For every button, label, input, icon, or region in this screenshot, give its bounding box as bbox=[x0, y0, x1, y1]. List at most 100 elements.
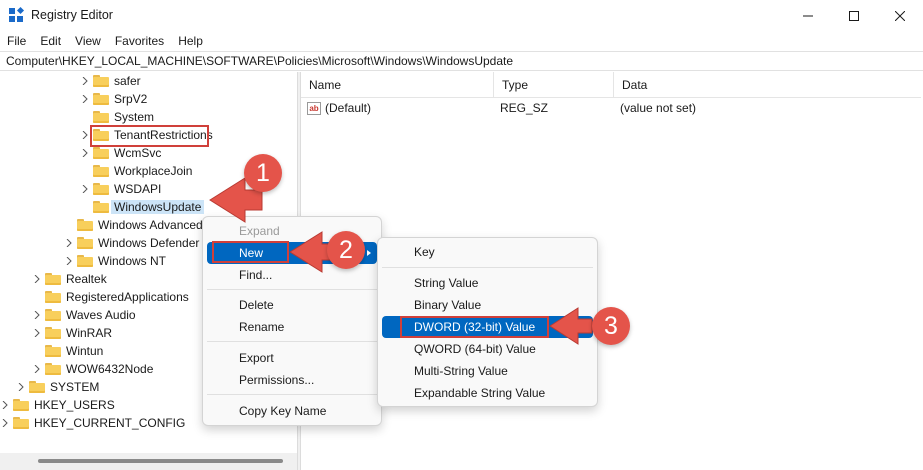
submenu-item-multi-string-value[interactable]: Multi-String Value bbox=[382, 360, 593, 382]
tree-item-label: System bbox=[114, 110, 155, 124]
value-name-cell: ab (Default) bbox=[307, 98, 371, 118]
folder-icon bbox=[93, 201, 109, 213]
tree-item-label: WSDAPI bbox=[114, 182, 162, 196]
tree-item[interactable]: WindowsUpdate bbox=[93, 198, 205, 216]
chevron-right-icon[interactable] bbox=[32, 360, 42, 378]
close-button[interactable] bbox=[877, 0, 923, 32]
tree-item[interactable]: Wintun bbox=[45, 342, 103, 360]
folder-icon bbox=[93, 75, 109, 87]
folder-icon bbox=[45, 363, 61, 375]
menu-view[interactable]: View bbox=[68, 32, 108, 50]
menu-item-delete[interactable]: Delete bbox=[207, 294, 377, 316]
tree-item[interactable]: System bbox=[93, 108, 154, 126]
tree-item[interactable]: SYSTEM bbox=[18, 378, 99, 396]
tree-horizontal-scrollbar[interactable] bbox=[0, 453, 297, 470]
chevron-right-icon[interactable] bbox=[64, 252, 74, 270]
folder-icon bbox=[45, 291, 61, 303]
scrollbar-thumb[interactable] bbox=[38, 459, 283, 463]
tree-item[interactable]: SrpV2 bbox=[82, 90, 147, 108]
menu-item-copy-key-name[interactable]: Copy Key Name bbox=[207, 400, 377, 422]
chevron-right-icon[interactable] bbox=[16, 378, 26, 396]
menu-separator bbox=[207, 341, 377, 342]
menu-item-rename[interactable]: Rename bbox=[207, 316, 377, 338]
tree-item[interactable]: Windows NT bbox=[66, 252, 167, 270]
tree-item[interactable]: safer bbox=[82, 72, 141, 90]
tree-item[interactable]: RegisteredApplications bbox=[45, 288, 189, 306]
menu-favorites[interactable]: Favorites bbox=[108, 32, 171, 50]
string-value-icon: ab bbox=[307, 102, 321, 116]
list-header: Name Type Data bbox=[301, 72, 921, 98]
chevron-right-icon[interactable] bbox=[80, 126, 90, 144]
selected-key-outline bbox=[90, 125, 209, 147]
tree-item[interactable]: Windows Advanced bbox=[77, 216, 203, 234]
address-bar[interactable]: Computer\HKEY_LOCAL_MACHINE\SOFTWARE\Pol… bbox=[0, 51, 923, 71]
tree-item[interactable]: Windows Defender bbox=[66, 234, 199, 252]
value-name: (Default) bbox=[325, 101, 372, 115]
tree-item[interactable]: HKEY_USERS bbox=[2, 396, 115, 414]
chevron-right-icon[interactable] bbox=[0, 414, 10, 432]
menu-separator bbox=[207, 394, 377, 395]
folder-icon bbox=[13, 417, 29, 429]
minimize-icon bbox=[803, 15, 813, 17]
menu-edit[interactable]: Edit bbox=[33, 32, 68, 50]
value-data: (value not set) bbox=[620, 101, 697, 115]
tree-item-label: Waves Audio bbox=[66, 308, 136, 322]
menu-item-permissions[interactable]: Permissions... bbox=[207, 369, 377, 391]
menu-file[interactable]: File bbox=[0, 32, 33, 50]
chevron-right-icon[interactable] bbox=[32, 270, 42, 288]
submenu-item-qword-value[interactable]: QWORD (64-bit) Value bbox=[382, 338, 593, 360]
dword-item-outline bbox=[400, 316, 549, 338]
tree-item-label: WindowsUpdate bbox=[111, 200, 205, 214]
folder-icon bbox=[93, 147, 109, 159]
title-bar: Registry Editor bbox=[0, 0, 923, 32]
value-type: REG_SZ bbox=[500, 101, 549, 115]
submenu-item-key[interactable]: Key bbox=[382, 241, 593, 263]
folder-icon bbox=[29, 381, 45, 393]
folder-icon bbox=[45, 327, 61, 339]
chevron-right-icon[interactable] bbox=[32, 324, 42, 342]
tree-item[interactable]: WorkplaceJoin bbox=[93, 162, 192, 180]
column-data[interactable]: Data bbox=[614, 72, 914, 98]
folder-icon bbox=[93, 93, 109, 105]
menu-help[interactable]: Help bbox=[171, 32, 210, 50]
folder-icon bbox=[93, 111, 109, 123]
annotation-badge-3: 3 bbox=[592, 307, 630, 345]
tree-item-label: Windows NT bbox=[98, 254, 167, 268]
menu-item-export[interactable]: Export bbox=[207, 347, 377, 369]
chevron-right-icon[interactable] bbox=[32, 306, 42, 324]
maximize-button[interactable] bbox=[831, 0, 877, 32]
tree-item-label: WcmSvc bbox=[114, 146, 162, 160]
chevron-right-icon[interactable] bbox=[64, 234, 74, 252]
tree-item[interactable]: HKEY_CURRENT_CONFIG bbox=[2, 414, 186, 432]
chevron-right-icon[interactable] bbox=[0, 396, 10, 414]
submenu-item-binary-value[interactable]: Binary Value bbox=[382, 294, 593, 316]
tree-item-label: safer bbox=[114, 74, 141, 88]
tree-item[interactable]: WinRAR bbox=[34, 324, 113, 342]
tree-item-label: Wintun bbox=[66, 344, 104, 358]
tree-item-label: WOW6432Node bbox=[66, 362, 154, 376]
annotation-badge-2: 2 bbox=[327, 231, 365, 269]
minimize-button[interactable] bbox=[785, 0, 831, 32]
tree-item-label: HKEY_CURRENT_CONFIG bbox=[34, 416, 186, 430]
close-icon bbox=[895, 11, 905, 21]
tree-item-label: Windows Advanced bbox=[98, 218, 203, 232]
tree-item[interactable]: WSDAPI bbox=[82, 180, 162, 198]
chevron-right-icon[interactable] bbox=[80, 180, 90, 198]
tree-item[interactable]: Realtek bbox=[34, 270, 107, 288]
chevron-right-icon[interactable] bbox=[80, 90, 90, 108]
chevron-right-icon[interactable] bbox=[80, 144, 90, 162]
tree-item-label: RegisteredApplications bbox=[66, 290, 189, 304]
submenu-item-string-value[interactable]: String Value bbox=[382, 272, 593, 294]
new-item-outline bbox=[212, 241, 289, 263]
list-row[interactable]: ab (Default) REG_SZ (value not set) bbox=[301, 98, 921, 118]
tree-item-label: WinRAR bbox=[66, 326, 113, 340]
tree-item[interactable]: WOW6432Node bbox=[34, 360, 154, 378]
chevron-right-icon[interactable] bbox=[80, 72, 90, 90]
column-name[interactable]: Name bbox=[301, 72, 494, 98]
tree-item-label: Realtek bbox=[66, 272, 107, 286]
column-type[interactable]: Type bbox=[494, 72, 614, 98]
folder-icon bbox=[93, 165, 109, 177]
folder-icon bbox=[77, 219, 93, 231]
submenu-item-expandable-string-value[interactable]: Expandable String Value bbox=[382, 382, 593, 404]
tree-item[interactable]: Waves Audio bbox=[34, 306, 136, 324]
